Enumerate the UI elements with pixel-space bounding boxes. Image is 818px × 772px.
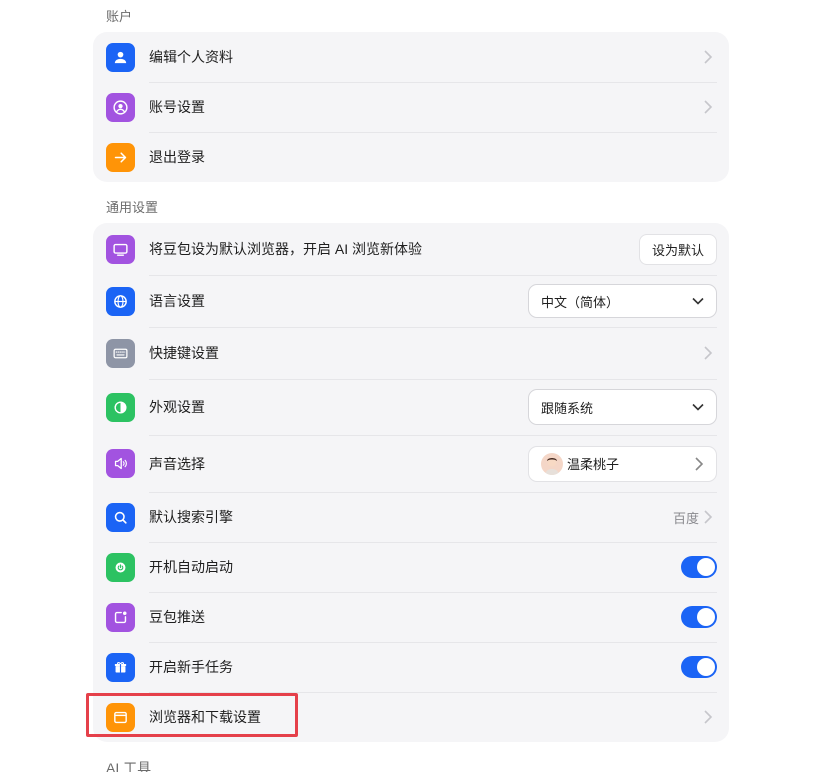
shortcuts-label: 快捷键设置 (149, 345, 219, 361)
search-icon (106, 502, 135, 532)
edit-profile-label: 编辑个人资料 (149, 49, 233, 65)
shortcuts-row[interactable]: 快捷键设置 (93, 327, 729, 379)
language-select-value: 中文（简体） (541, 294, 620, 310)
appearance-select[interactable]: 跟随系统 (528, 389, 717, 425)
gift-icon (106, 652, 135, 682)
language-select[interactable]: 中文（简体） (528, 284, 717, 318)
search-engine-value: 百度 (672, 510, 699, 526)
autostart-label: 开机自动启动 (149, 559, 233, 575)
account-card: 编辑个人资料 账号设置 退出登录 (93, 32, 729, 182)
chevron-down-icon (692, 403, 704, 411)
logout-label: 退出登录 (149, 149, 205, 165)
voice-row: 声音选择 温柔桃子 (93, 435, 729, 492)
voice-select[interactable]: 温柔桃子 (528, 445, 717, 482)
autostart-toggle[interactable] (681, 556, 717, 578)
keyboard-icon (106, 338, 135, 368)
account-settings-label: 账号设置 (149, 99, 205, 115)
default-browser-label: 将豆包设为默认浏览器，开启 AI 浏览新体验 (149, 241, 423, 257)
half-circle-icon (106, 392, 135, 422)
edit-profile-row[interactable]: 编辑个人资料 (93, 32, 729, 82)
power-icon (106, 552, 135, 582)
voice-label: 声音选择 (149, 455, 205, 472)
language-row: 语言设置 中文（简体） (93, 275, 729, 327)
section-title-ai-tools: AI 工具 (106, 760, 152, 772)
section-title-account: 账户 (106, 9, 133, 24)
appearance-select-value: 跟随系统 (541, 400, 594, 416)
default-browser-row: 将豆包设为默认浏览器，开启 AI 浏览新体验 设为默认 (93, 223, 729, 275)
appearance-row: 外观设置 跟随系统 (93, 379, 729, 435)
notification-icon (106, 602, 135, 632)
account-circle-icon (106, 92, 135, 122)
chevron-right-icon (703, 710, 713, 724)
voice-value: 温柔桃子 (567, 457, 620, 472)
tasks-row: 开启新手任务 (93, 642, 729, 692)
browser-download-row[interactable]: 浏览器和下载设置 (93, 692, 729, 742)
speaker-icon (106, 449, 135, 478)
general-settings-card: 将豆包设为默认浏览器，开启 AI 浏览新体验 设为默认 语言设置 中文（简体） … (93, 223, 729, 742)
chevron-right-icon (703, 100, 713, 114)
chevron-right-icon (703, 346, 713, 360)
autostart-row: 开机自动启动 (93, 542, 729, 592)
appearance-label: 外观设置 (149, 399, 205, 415)
push-row: 豆包推送 (93, 592, 729, 642)
chevron-down-icon (692, 297, 704, 305)
chevron-right-icon (703, 510, 713, 524)
account-settings-row[interactable]: 账号设置 (93, 82, 729, 132)
globe-icon (106, 286, 135, 316)
monitor-icon (106, 234, 135, 264)
logout-row[interactable]: 退出登录 (93, 132, 729, 182)
browser-window-icon (106, 702, 135, 732)
language-label: 语言设置 (149, 293, 205, 309)
arrow-right-icon (106, 142, 135, 172)
chevron-right-icon (703, 50, 713, 64)
chevron-right-icon (694, 456, 704, 471)
push-label: 豆包推送 (149, 609, 205, 625)
set-default-button[interactable]: 设为默认 (638, 233, 717, 265)
search-engine-label: 默认搜索引擎 (149, 509, 233, 525)
browser-download-label: 浏览器和下载设置 (149, 709, 261, 725)
tasks-label: 开启新手任务 (149, 659, 233, 675)
section-title-general: 通用设置 (106, 200, 159, 215)
voice-avatar (541, 452, 563, 475)
tasks-toggle[interactable] (681, 656, 717, 678)
push-toggle[interactable] (681, 606, 717, 628)
search-engine-row[interactable]: 默认搜索引擎 百度 (93, 492, 729, 542)
user-icon (106, 42, 135, 72)
